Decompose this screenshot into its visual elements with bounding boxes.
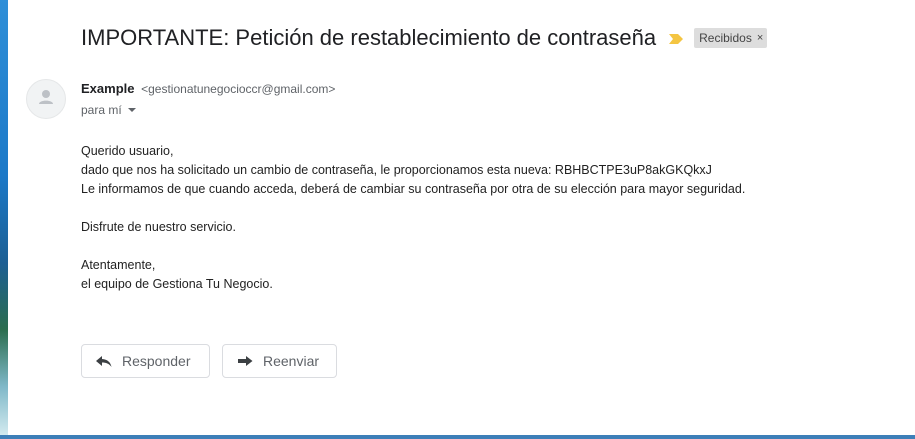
caret-down-icon[interactable] — [127, 108, 136, 112]
sender-row: Example <gestionatunegocioccr@gmail.com> — [81, 81, 335, 96]
recipient-details[interactable]: para mí — [81, 103, 136, 117]
inbox-label-chip[interactable]: Recibidos × — [694, 28, 768, 48]
forward-button[interactable]: Reenviar — [222, 344, 337, 378]
sender-name[interactable]: Example — [81, 81, 134, 96]
reply-button[interactable]: Responder — [81, 344, 210, 378]
desktop-background — [0, 0, 8, 439]
body-line: dado que nos ha solicitado un cambio de … — [81, 163, 712, 177]
body-line: Le informamos de que cuando acceda, debe… — [81, 182, 746, 196]
person-icon — [36, 87, 56, 112]
forward-button-label: Reenviar — [263, 353, 320, 369]
reply-button-label: Responder — [122, 353, 191, 369]
importance-marker-icon[interactable] — [668, 32, 684, 44]
email-subject: IMPORTANTE: Petición de restablecimiento… — [81, 25, 657, 50]
body-line: Disfrute de nuestro servicio. — [81, 220, 236, 234]
remove-label-icon[interactable]: × — [757, 32, 763, 44]
forward-arrow-icon — [236, 352, 254, 370]
recipient-text: para mí — [81, 103, 122, 117]
desktop-background-bottom — [0, 435, 915, 439]
body-line: el equipo de Gestiona Tu Negocio. — [81, 277, 273, 291]
email-view: IMPORTANTE: Petición de restablecimiento… — [8, 0, 915, 435]
body-line — [81, 237, 901, 256]
reply-arrow-icon — [95, 352, 113, 370]
sender-email: <gestionatunegocioccr@gmail.com> — [141, 82, 336, 96]
email-body: Querido usuario, dado que nos ha solicit… — [81, 142, 901, 294]
subject-row: IMPORTANTE: Petición de restablecimiento… — [81, 22, 768, 54]
inbox-label-text: Recibidos — [699, 31, 752, 45]
body-line — [81, 199, 901, 218]
body-line: Atentamente, — [81, 258, 156, 272]
avatar — [26, 79, 66, 119]
body-line: Querido usuario, — [81, 144, 174, 158]
